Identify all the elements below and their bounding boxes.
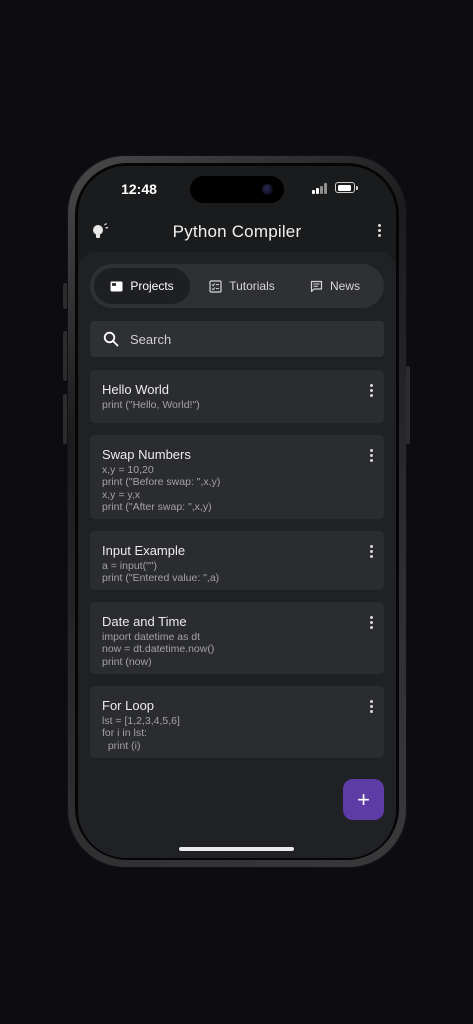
project-code-preview: lst = [1,2,3,4,5,6] for i in lst: print … [102, 715, 180, 752]
add-project-button[interactable]: + [343, 779, 384, 820]
battery-icon [335, 182, 358, 193]
more-vert-icon[interactable] [368, 616, 374, 630]
project-code-preview: a = input("") print ("Entered value: ",a… [102, 560, 220, 585]
more-vert-icon[interactable] [368, 545, 374, 559]
more-vert-icon[interactable] [376, 224, 382, 240]
project-title: Swap Numbers [102, 447, 191, 462]
tab-news[interactable]: News [290, 268, 380, 304]
volume-down-button [63, 394, 67, 444]
chat-icon [310, 280, 323, 292]
project-code-preview: x,y = 10,20 print ("Before swap: ",x,y) … [102, 464, 221, 513]
more-vert-icon[interactable] [368, 384, 374, 398]
main-panel: Projects Tutorials News Search Hello Wor… [78, 252, 396, 858]
project-card-hello-world[interactable]: Hello World print ("Hello, World!") [90, 370, 384, 423]
camera-icon [262, 184, 273, 195]
search-input[interactable] [130, 321, 370, 357]
project-card-date-and-time[interactable]: Date and Time import datetime as dt now … [90, 602, 384, 674]
status-time: 12:48 [121, 181, 157, 197]
home-indicator[interactable] [179, 847, 294, 851]
search-icon [103, 331, 119, 347]
project-code-preview: import datetime as dt now = dt.datetime.… [102, 631, 215, 668]
project-title: Date and Time [102, 614, 187, 629]
checklist-icon [209, 279, 222, 293]
signal-icon [312, 183, 329, 194]
search-bar[interactable] [90, 321, 384, 357]
more-vert-icon[interactable] [368, 700, 374, 714]
volume-up-button [63, 331, 67, 381]
app-bar: Python Compiler [78, 216, 396, 248]
project-code-preview: print ("Hello, World!") [102, 399, 200, 411]
stage: 12:48 Python Compiler Projects Tutorials… [0, 0, 473, 1024]
more-vert-icon[interactable] [368, 449, 374, 463]
project-card-for-loop[interactable]: For Loop lst = [1,2,3,4,5,6] for i in ls… [90, 686, 384, 758]
tab-label: Projects [130, 279, 174, 293]
project-card-input-example[interactable]: Input Example a = input("") print ("Ente… [90, 531, 384, 590]
tab-tutorials[interactable]: Tutorials [194, 268, 290, 304]
project-title: For Loop [102, 698, 155, 713]
project-title: Hello World [102, 382, 169, 397]
project-card-swap-numbers[interactable]: Swap Numbers x,y = 10,20 print ("Before … [90, 435, 384, 519]
tab-bar: Projects Tutorials News [90, 264, 384, 308]
folder-icon [110, 281, 123, 291]
action-button [63, 283, 67, 309]
tab-projects[interactable]: Projects [94, 268, 190, 304]
screen: 12:48 Python Compiler Projects Tutorials… [78, 166, 396, 858]
app-title: Python Compiler [172, 222, 302, 241]
dynamic-island [190, 176, 284, 203]
power-button [406, 366, 410, 444]
tab-label: News [329, 279, 360, 293]
tab-label: Tutorials [229, 279, 275, 293]
project-title: Input Example [102, 543, 186, 558]
